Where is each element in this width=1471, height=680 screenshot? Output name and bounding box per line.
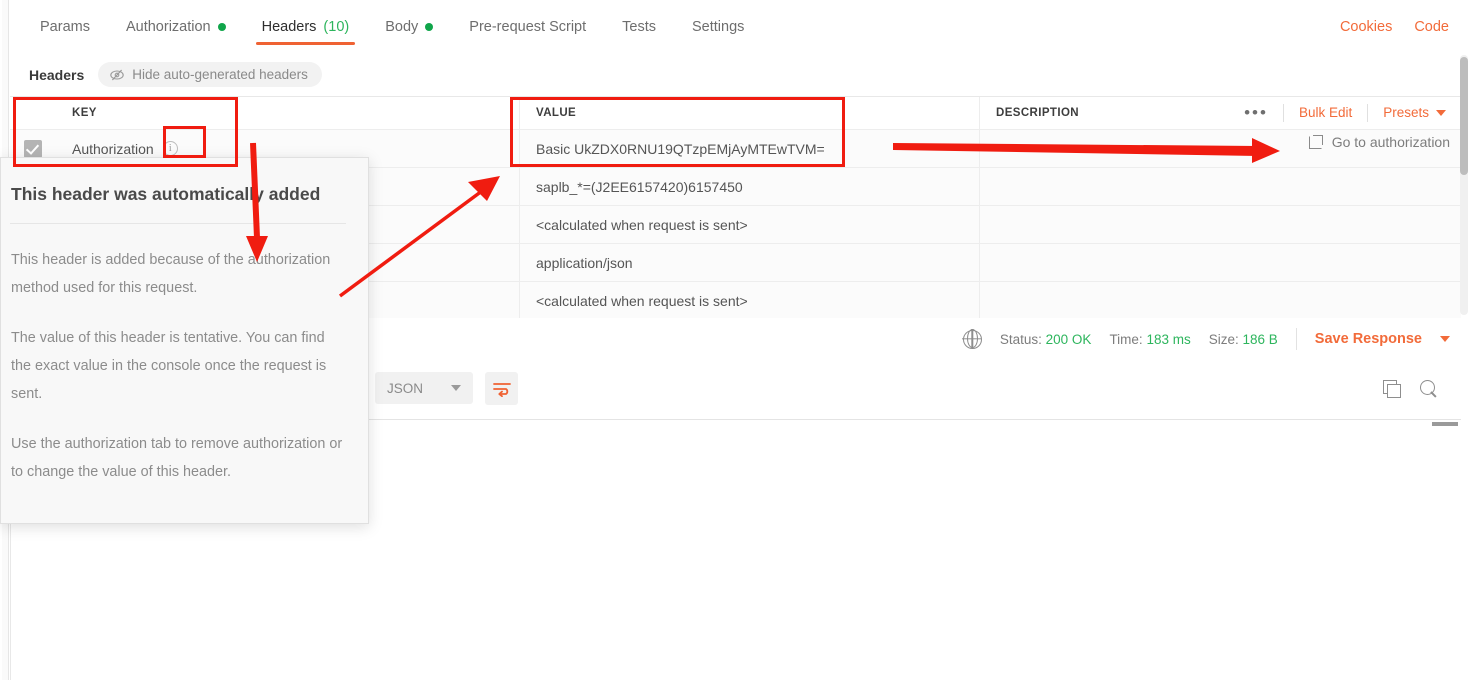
cookies-link[interactable]: Cookies [1340,19,1392,35]
tab-label: Settings [691,18,745,35]
tab-label: Params [40,18,90,35]
size-value: 186 B [1242,331,1278,347]
headers-subheader: Headers Hide auto-generated headers [10,53,1471,96]
status-group: Status: 200 OK [1000,332,1092,347]
tab-pre-request-script[interactable]: Pre-request Script [451,0,604,53]
status-label: Status: [999,331,1042,347]
tab-params[interactable]: Params [22,0,108,53]
response-meta: Status: 200 OK Time: 183 ms Size: 186 B … [962,318,1450,360]
bulk-edit-button[interactable]: Bulk Edit [1282,103,1367,122]
row-value-text: Basic UkZDX0RNU19QTzpEMjAyMTEwTVM= [536,140,825,157]
search-icon[interactable] [1420,379,1438,398]
request-tabs: Params Authorization Headers (10) Body P… [22,0,762,53]
save-response-button[interactable]: Save Response [1315,331,1422,347]
headers-section-title: Headers [29,66,85,83]
request-panel-scrollbar[interactable] [1460,55,1468,315]
row-description-cell[interactable] [980,282,1461,319]
scrollbar-thumb[interactable] [1460,57,1468,175]
hide-auto-generated-headers-button[interactable]: Hide auto-generated headers [98,62,322,87]
chevron-down-icon [1436,109,1446,116]
tab-label: Body [385,18,419,35]
word-wrap-button[interactable] [485,372,518,405]
row-value-text: saplb_*=(J2EE6157420)6157450 [536,178,743,195]
hide-auto-generated-headers-label: Hide auto-generated headers [132,67,308,82]
size-label: Size: [1208,331,1239,347]
size-group: Size: 186 B [1209,332,1278,347]
row-value-cell[interactable]: <calculated when request is sent> [520,206,980,243]
headers-table-tools: ••• Bulk Edit Presets [1229,96,1461,129]
external-link-icon [1308,135,1323,149]
row-value-text: application/json [536,254,633,271]
time-label: Time: [1109,331,1143,347]
modified-dot-icon [425,22,434,31]
go-to-authorization-label: Go to authorization [1331,134,1450,150]
presets-button[interactable]: Presets [1367,103,1461,122]
popover-paragraph: This header is added because of the auth… [11,252,331,296]
row-value-cell[interactable]: saplb_*=(J2EE6157420)6157450 [520,168,980,205]
row-value-cell[interactable]: application/json [520,244,980,281]
eye-slash-icon [110,69,125,80]
tab-label: Headers [261,18,317,35]
tabbar-actions: Cookies Code [1340,0,1449,53]
divider [1295,328,1297,350]
request-tabbar: Params Authorization Headers (10) Body P… [10,0,1471,53]
tab-label: Tests [622,18,656,35]
go-to-authorization-link[interactable]: Go to authorization [1308,134,1450,150]
tab-authorization[interactable]: Authorization [108,0,244,53]
word-wrap-icon [492,382,511,397]
column-header-value: VALUE [520,97,980,129]
response-tools [1383,372,1438,405]
row-value-cell[interactable]: <calculated when request is sent> [520,282,980,319]
popover-paragraph: Use the authorization tab to remove auth… [11,436,343,480]
globe-icon [962,329,982,349]
time-group: Time: 183 ms [1109,332,1190,347]
more-actions-button[interactable]: ••• [1229,104,1283,122]
row-checkbox[interactable] [24,139,42,158]
row-description-cell[interactable] [980,206,1461,243]
tab-headers[interactable]: Headers (10) [244,0,368,53]
response-body-scrollbar[interactable] [1432,422,1458,426]
popover-paragraph: The value of this header is tentative. Y… [11,330,327,402]
code-link[interactable]: Code [1414,19,1449,35]
bulk-edit-label: Bulk Edit [1298,105,1353,120]
postman-request-panel: Params Authorization Headers (10) Body P… [0,0,1471,680]
auto-added-header-popover: This header was automatically added This… [0,157,369,524]
tab-label: Pre-request Script [469,18,587,35]
row-description-cell[interactable] [980,168,1461,205]
row-value-cell[interactable]: Basic UkZDX0RNU19QTzpEMjAyMTEwTVM= [520,130,980,167]
modified-dot-icon [217,22,226,31]
save-response-label: Save Response [1314,331,1422,347]
column-header-key: KEY [56,97,520,129]
copy-icon[interactable] [1383,380,1401,398]
select-all-cell [10,97,56,129]
row-value-text: <calculated when request is sent> [536,292,748,309]
response-format-value: JSON [387,380,424,396]
ellipsis-icon: ••• [1244,102,1268,122]
tab-tests[interactable]: Tests [604,0,674,53]
row-value-text: <calculated when request is sent> [536,216,748,233]
tab-label: Authorization [125,18,211,35]
tab-body[interactable]: Body [367,0,451,53]
response-format-select[interactable]: JSON [375,372,473,404]
tab-count: (10) [323,18,350,35]
chevron-down-icon[interactable] [1440,336,1450,342]
chevron-down-icon [451,385,461,391]
info-icon[interactable]: i [162,141,178,156]
popover-title: This header was automatically added [10,184,346,224]
row-description-cell[interactable] [980,244,1461,281]
presets-label: Presets [1383,105,1429,120]
time-value: 183 ms [1146,331,1191,347]
status-value: 200 OK [1045,331,1092,347]
row-key-text: Authorization [72,140,154,157]
tab-settings[interactable]: Settings [674,0,762,53]
